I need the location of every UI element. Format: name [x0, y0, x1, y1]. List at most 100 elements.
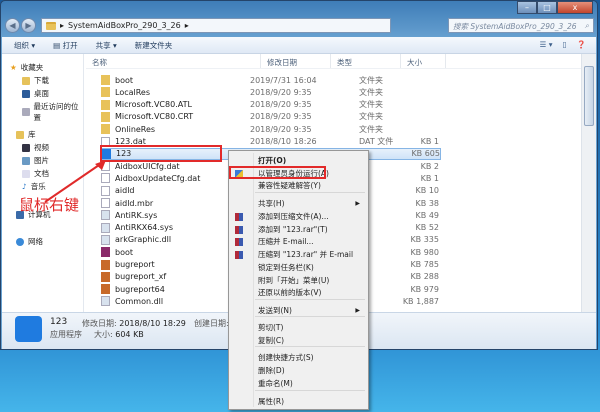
file-name: LocalRes [115, 87, 151, 97]
toolbar: 组织 ▾ ▤ 打开 共享 ▾ 新建文件夹 ☰ ▾ ▯ ❓ [2, 37, 596, 54]
file-name: boot [115, 75, 134, 85]
minimize-button[interactable]: – [517, 1, 537, 14]
column-type[interactable]: 类型 [331, 54, 401, 68]
address-bar[interactable]: ▸ SystemAidBoxPro_290_3_26 ▸ [41, 18, 391, 33]
file-type: 文件夹 [359, 75, 383, 85]
label: 库 [28, 130, 36, 139]
menu-item[interactable]: 兼容性疑难解答(Y) [231, 180, 366, 192]
sidebar-item-favorites[interactable]: ★ 收藏夹 [10, 62, 43, 73]
submenu-arrow-icon: ▶ [355, 307, 360, 314]
column-date[interactable]: 修改日期 [261, 54, 331, 68]
share-button[interactable]: 共享 ▾ [96, 40, 117, 51]
sys-icon [101, 296, 110, 307]
menu-item-label: 还原以前的版本(V) [258, 288, 322, 297]
network-icon [16, 237, 24, 246]
rar-icon [235, 251, 243, 259]
menu-item[interactable]: 压缩到 "123.rar" 并 E-mail [231, 249, 366, 261]
modified-label: 修改日期: [82, 319, 117, 328]
menu-item[interactable]: 剪切(T) [231, 322, 366, 334]
menu-item-label: 剪切(T) [258, 323, 284, 332]
file-type: DAT 文件 [359, 137, 394, 146]
menu-item[interactable]: 共享(H) ▶ [231, 198, 366, 210]
organize-button[interactable]: 组织 ▾ [14, 40, 35, 51]
details-type: 应用程序 [50, 330, 82, 339]
menu-item[interactable]: 压缩并 E-mail... [231, 236, 366, 248]
forward-button[interactable]: ▶ [21, 18, 36, 33]
folder-icon [101, 87, 110, 98]
menu-item[interactable]: 添加到 "123.rar"(T) [231, 224, 366, 236]
file-name: Microsoft.VC80.CRT [115, 112, 194, 122]
folder-icon [101, 111, 110, 122]
file-row[interactable]: Microsoft.VC80.ATL 2018/9/20 9:35 文件夹 [101, 99, 441, 111]
file-row[interactable]: OnlineRes 2018/9/20 9:35 文件夹 [101, 123, 441, 135]
column-size[interactable]: 大小 [401, 54, 446, 68]
help-icon[interactable]: ❓ [577, 40, 586, 49]
file-row[interactable]: LocalRes 2018/9/20 9:35 文件夹 [101, 86, 441, 98]
menu-item[interactable]: 还原以前的版本(V) [231, 287, 366, 299]
breadcrumb-sep: ▸ [184, 21, 189, 30]
menu-item[interactable]: 添加到压缩文件(A)... [231, 211, 366, 223]
sidebar-item-desktop[interactable]: 桌面 [22, 88, 49, 99]
sidebar-item-recent[interactable]: 最近访问的位置 [22, 101, 83, 123]
menu-item-label: 属性(R) [258, 397, 285, 406]
sidebar-item-network[interactable]: 网络 [16, 236, 43, 247]
search-input[interactable]: 搜索 SystemAidBoxPro_290_3_26 ⌕ [448, 18, 594, 33]
sidebar-item-videos[interactable]: 视频 [22, 142, 49, 153]
rar-icon [101, 247, 110, 258]
preview-pane-icon[interactable]: ▯ [563, 40, 567, 49]
back-button[interactable]: ◀ [5, 18, 20, 33]
menu-item[interactable]: 复制(C) [231, 335, 366, 347]
menu-item[interactable]: 锁定到任务栏(K) [231, 262, 366, 274]
label: 视频 [34, 143, 49, 152]
file-date: 2018/9/20 9:35 [250, 124, 312, 134]
menu-item-label: 重命名(M) [258, 379, 293, 388]
scrollbar-thumb[interactable] [584, 66, 594, 126]
vertical-scrollbar[interactable] [581, 54, 596, 312]
modified-value: 2018/8/10 18:29 [119, 319, 186, 328]
sys-icon [101, 234, 110, 245]
details-name: 123 [50, 317, 68, 327]
breadcrumb-sep: ▸ [60, 21, 65, 30]
menu-item-label: 压缩到 "123.rar" 并 E-mail [258, 250, 354, 259]
file-name: Microsoft.VC80.ATL [115, 100, 192, 110]
rar-icon [235, 238, 243, 246]
menu-item[interactable]: 附到「开始」菜单(U) [231, 275, 366, 287]
file-type: 文件夹 [359, 124, 383, 134]
rar-icon [235, 226, 243, 234]
bug-icon [101, 284, 110, 295]
file-type: 文件夹 [359, 112, 383, 122]
label: 桌面 [34, 89, 49, 98]
menu-item[interactable]: 删除(D) [231, 365, 366, 377]
document-icon [22, 169, 30, 178]
menu-item[interactable]: 发送到(N) ▶ [231, 305, 366, 317]
video-icon [22, 143, 30, 152]
breadcrumb-path[interactable]: SystemAidBoxPro_290_3_26 [68, 21, 181, 30]
maximize-button[interactable]: □ [537, 1, 557, 14]
label: 网络 [28, 237, 43, 246]
menu-item[interactable]: 创建快捷方式(S) [231, 352, 366, 364]
column-name[interactable]: 名称 [86, 54, 261, 68]
menu-item-label: 锁定到任务栏(K) [258, 263, 314, 272]
new-folder-button[interactable]: 新建文件夹 [135, 40, 173, 51]
menu-item-label: 创建快捷方式(S) [258, 353, 314, 362]
menu-item[interactable]: 重命名(M) [231, 378, 366, 390]
open-button[interactable]: ▤ 打开 [53, 40, 77, 51]
created-label: 创建日期: [194, 319, 229, 328]
label: 收藏夹 [20, 63, 44, 72]
view-options-icon[interactable]: ☰ ▾ [540, 40, 553, 49]
sidebar-item-libraries[interactable]: 库 [16, 129, 36, 140]
size-label: 大小: [94, 330, 113, 339]
folder-icon [101, 75, 110, 85]
menu-item-label: 添加到 "123.rar"(T) [258, 225, 328, 234]
desktop-icon [22, 89, 30, 98]
menu-item-label: 附到「开始」菜单(U) [258, 276, 330, 285]
close-button[interactable]: x [557, 1, 593, 14]
sidebar-item-downloads[interactable]: 下载 [22, 75, 49, 86]
file-row[interactable]: boot 2019/7/31 16:04 文件夹 [101, 74, 441, 86]
menu-item[interactable]: 属性(R) [231, 396, 366, 408]
file-row[interactable]: Microsoft.VC80.CRT 2018/9/20 9:35 文件夹 [101, 111, 441, 123]
music-icon: ♪ [22, 182, 27, 191]
menu-item-label: 添加到压缩文件(A)... [258, 212, 329, 221]
file-date: 2018/9/20 9:35 [250, 112, 312, 122]
annotation-text: 鼠标右键 [19, 196, 80, 214]
